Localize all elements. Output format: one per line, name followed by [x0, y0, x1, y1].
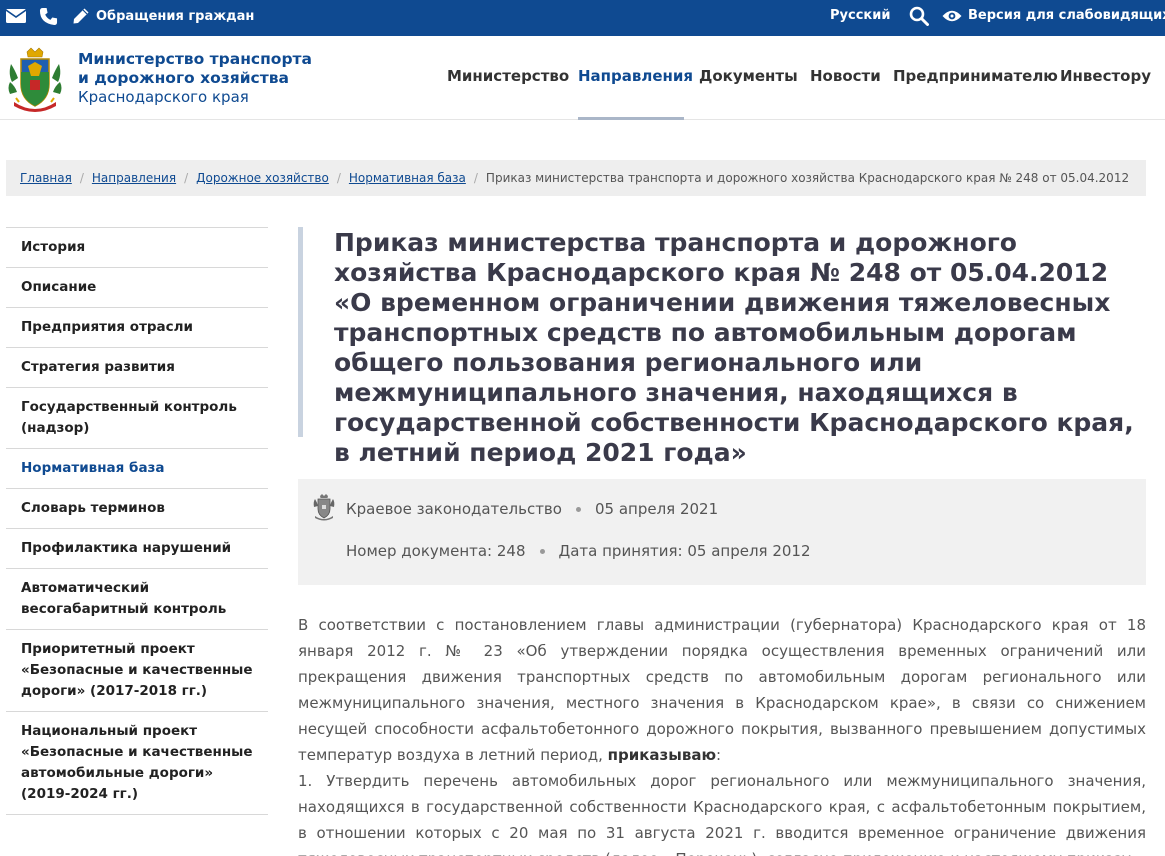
sidebar-item-description[interactable]: Описание [6, 268, 268, 308]
meta-separator [539, 548, 545, 554]
publish-date: 05 апреля 2021 [594, 500, 719, 518]
nav-news[interactable]: Новости [810, 67, 881, 85]
nav-directions[interactable]: Направления [578, 67, 693, 85]
document-meta: Краевое законодательство 05 апреля 2021 … [298, 479, 1146, 585]
breadcrumb: Главная / Направления / Дорожное хозяйст… [6, 160, 1146, 196]
breadcrumb-current: Приказ министерства транспорта и дорожно… [485, 171, 1130, 185]
paragraph-text: В соответствии с постановлением главы ад… [298, 616, 1146, 764]
coat-of-arms-icon [312, 493, 336, 521]
appeals-link[interactable]: Обращения граждан [72, 7, 254, 25]
breadcrumb-separator: / [79, 171, 84, 185]
sidebar-item-national-project[interactable]: Национальный проект «Безопасные и качест… [6, 712, 268, 815]
appeals-label: Обращения граждан [96, 8, 255, 24]
nav-active-indicator [578, 117, 684, 120]
org-name-line-3: Краснодарского края [78, 88, 249, 106]
search-icon[interactable] [909, 6, 929, 26]
vision-label: Версия для слабовидящих [968, 8, 1165, 23]
breadcrumb-road-management[interactable]: Дорожное хозяйство [196, 171, 329, 185]
document-number: Номер документа: 248 [346, 542, 526, 560]
breadcrumb-regulatory-base[interactable]: Нормативная база [349, 171, 466, 185]
language-link[interactable]: Русский [830, 8, 890, 23]
sidebar-item-priority-project[interactable]: Приоритетный проект «Безопасные и качест… [6, 630, 268, 712]
adoption-date: Дата принятия: 05 апреля 2012 [558, 542, 811, 560]
sidebar-item-state-control[interactable]: Государственный контроль (надзор) [6, 388, 268, 449]
org-name-line-1: Министерство транспорта [78, 50, 312, 68]
sidebar-item-prevention[interactable]: Профилактика нарушений [6, 529, 268, 569]
document-paragraph: В соответствии с постановлением главы ад… [298, 612, 1146, 768]
breadcrumb-directions[interactable]: Направления [92, 171, 176, 185]
document-paragraph: 1. Утвердить перечень автомобильных доро… [298, 772, 1146, 856]
nav-documents[interactable]: Документы [699, 67, 798, 85]
title-accent-bar [298, 227, 303, 437]
breadcrumb-separator: / [184, 171, 189, 185]
eye-icon [942, 9, 962, 23]
sidebar-item-strategy[interactable]: Стратегия развития [6, 348, 268, 388]
language-label: Русский [830, 8, 891, 23]
sidebar-menu: История Описание Предприятия отрасли Стр… [6, 227, 268, 815]
vision-link[interactable]: Версия для слабовидящих [942, 8, 1165, 23]
meta-row-2: Номер документа: 248 Дата принятия: 05 а… [346, 542, 811, 560]
nav-investor[interactable]: Инвестору [1060, 67, 1151, 85]
top-bar: Обращения граждан Русский Версия для сла… [0, 0, 1165, 36]
document-body: В соответствии с постановлением главы ад… [298, 612, 1146, 856]
sidebar-item-glossary[interactable]: Словарь терминов [6, 489, 268, 529]
sidebar-item-weight-control[interactable]: Автоматический весогабаритный контроль [6, 569, 268, 630]
breadcrumb-separator: / [336, 171, 341, 185]
organization-name[interactable]: Министерство транспорта и дорожного хозя… [78, 50, 312, 107]
meta-separator [575, 506, 581, 512]
breadcrumb-home[interactable]: Главная [20, 171, 72, 185]
site-header: Министерство транспорта и дорожного хозя… [0, 36, 1165, 120]
phone-icon[interactable] [39, 7, 58, 26]
page-title: Приказ министерства транспорта и дорожно… [334, 228, 1134, 467]
pencil-icon [72, 7, 90, 25]
document-category[interactable]: Краевое законодательство [346, 500, 562, 518]
meta-row-1: Краевое законодательство 05 апреля 2021 [346, 500, 718, 518]
paragraph-end: : [716, 746, 722, 764]
coat-of-arms-icon[interactable] [6, 44, 64, 114]
mail-icon[interactable] [6, 8, 26, 24]
org-name-line-2: и дорожного хозяйства [78, 69, 289, 87]
paragraph-bold: приказываю [607, 746, 717, 764]
nav-entrepreneur[interactable]: Предпринимателю [893, 67, 1058, 85]
sidebar-item-history[interactable]: История [6, 228, 268, 268]
nav-ministry[interactable]: Министерство [447, 67, 569, 85]
sidebar-item-regulatory-base[interactable]: Нормативная база [6, 449, 268, 489]
breadcrumb-separator: / [473, 171, 478, 185]
sidebar-item-enterprises[interactable]: Предприятия отрасли [6, 308, 268, 348]
